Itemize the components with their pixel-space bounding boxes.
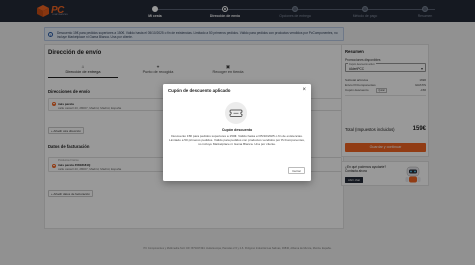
close-button[interactable]: Cerrar [288,167,305,174]
coupon-ticket-icon [225,102,247,124]
coupon-applied-dialog: Cupón de descuento aplicado × Cupón desc… [163,84,311,181]
close-icon[interactable]: × [302,87,306,93]
dialog-heading: Cupón descuento [221,128,253,132]
dialog-body: Descuento 15€ para pedidos superiores a … [169,134,305,146]
dialog-title: Cupón de descuento aplicado [168,88,231,93]
